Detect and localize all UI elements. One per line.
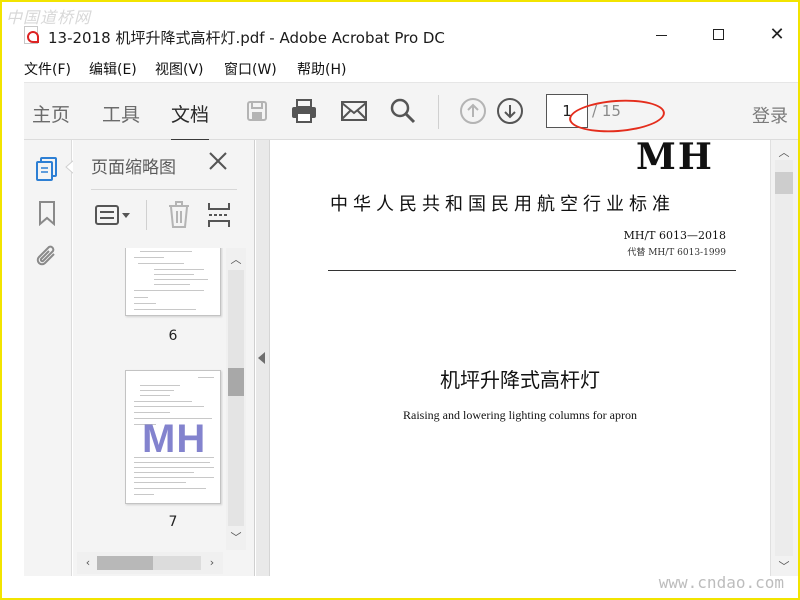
- maximize-button[interactable]: [705, 24, 731, 46]
- close-icon: ✕: [769, 24, 785, 45]
- thumbnail-label: 6: [168, 328, 178, 344]
- thumbnail-page-7[interactable]: MH: [125, 370, 221, 504]
- scroll-thumb[interactable]: [97, 556, 153, 570]
- doc-subtitle: Raising and lowering lighting columns fo…: [403, 408, 637, 422]
- scroll-down-icon[interactable]: ﹀: [777, 558, 791, 573]
- print-icon: [292, 99, 316, 123]
- panel-tool-separator: [146, 200, 147, 230]
- search-button[interactable]: [388, 96, 418, 126]
- watermark-top: 中国道桥网: [6, 8, 92, 27]
- title-bar: 13-2018 机坪升降式高杆灯.pdf - Adobe Acrobat Pro…: [2, 2, 798, 54]
- search-icon: [390, 98, 416, 124]
- delete-pages-button[interactable]: [165, 200, 193, 230]
- save-button[interactable]: [242, 96, 272, 126]
- rotate-pages-icon: [208, 203, 230, 227]
- scroll-down-icon[interactable]: ﹀: [230, 532, 242, 544]
- thumbnail-options-icon: [95, 205, 130, 225]
- thumbnail-label: 7: [168, 514, 178, 530]
- page-thumbnails-icon: [36, 157, 57, 181]
- save-icon: [247, 101, 267, 121]
- thumbnail-horizontal-scrollbar[interactable]: ‹ ›: [77, 552, 223, 574]
- rotate-pages-button[interactable]: [205, 200, 233, 230]
- collapse-arrow-icon[interactable]: [258, 352, 265, 364]
- pdf-file-icon: [24, 26, 39, 44]
- bookmarks-button[interactable]: [32, 198, 62, 228]
- minimize-icon: [655, 35, 667, 36]
- scroll-track[interactable]: [775, 160, 793, 556]
- thumbnail-watermark: MH: [142, 417, 207, 461]
- print-button[interactable]: [289, 96, 319, 126]
- bookmark-icon: [39, 201, 55, 226]
- tab-document[interactable]: 文档: [171, 100, 210, 142]
- scroll-right-icon[interactable]: ›: [205, 556, 219, 570]
- doc-standard-number: MH/T 6013—2018: [623, 229, 726, 242]
- tab-tools[interactable]: 工具: [102, 100, 140, 127]
- thumbnail-list: 6 MH 7: [73, 248, 223, 550]
- thumbnail-options-button[interactable]: [93, 200, 133, 230]
- app-window: 中国道桥网 13-2018 机坪升降式高杆灯.pdf - Adobe Acrob…: [2, 2, 798, 598]
- menu-bar: 文件(F) 编辑(E) 视图(V) 窗口(W) 帮助(H): [2, 54, 798, 82]
- doc-standard-name: 中华人民共和国民用航空行业标准: [330, 194, 675, 215]
- scroll-thumb[interactable]: [775, 172, 793, 194]
- watermark-bottom: www.cndao.com: [658, 573, 784, 592]
- menu-file[interactable]: 文件(F): [24, 59, 71, 79]
- next-page-button[interactable]: [495, 96, 525, 126]
- panel-collapse-strip[interactable]: [256, 140, 270, 576]
- document-vertical-scrollbar[interactable]: ︿ ﹀: [770, 140, 798, 576]
- previous-page-icon: [460, 98, 486, 124]
- scroll-up-icon[interactable]: ︿: [777, 144, 791, 159]
- close-button[interactable]: ✕: [764, 24, 790, 46]
- left-rail: [24, 140, 74, 576]
- minimize-button[interactable]: [648, 24, 674, 46]
- maximize-icon: [712, 29, 724, 40]
- panel-title: 页面缩略图: [91, 158, 176, 178]
- document-page: MH 中华人民共和国民用航空行业标准 MH/T 6013—2018 代替 MH/…: [270, 140, 770, 576]
- window-title: 13-2018 机坪升降式高杆灯.pdf - Adobe Acrobat Pro…: [48, 29, 445, 47]
- doc-header-code: MH: [636, 140, 714, 178]
- next-page-icon: [497, 98, 523, 124]
- login-button[interactable]: 登录: [752, 102, 788, 128]
- menu-window[interactable]: 窗口(W): [224, 59, 277, 79]
- panel-divider: [91, 189, 237, 190]
- doc-title: 机坪升降式高杆灯: [440, 368, 600, 392]
- doc-header-rule: [328, 270, 736, 271]
- thumbnail-page-6[interactable]: [125, 248, 221, 316]
- menu-edit[interactable]: 编辑(E): [89, 59, 137, 79]
- panel-close-button[interactable]: [207, 150, 229, 172]
- close-icon: [209, 152, 227, 170]
- toolbar: 主页 工具 文档 1 / 15 登录: [24, 82, 798, 142]
- scroll-track[interactable]: [228, 270, 244, 526]
- page-thumbnails-button[interactable]: [32, 154, 62, 184]
- menu-help[interactable]: 帮助(H): [297, 59, 346, 79]
- doc-replaces: 代替 MH/T 6013-1999: [627, 248, 726, 258]
- previous-page-button[interactable]: [458, 96, 488, 126]
- email-button[interactable]: [339, 96, 369, 126]
- scroll-thumb[interactable]: [228, 368, 244, 396]
- attachments-button[interactable]: [32, 242, 62, 272]
- scroll-left-icon[interactable]: ‹: [81, 556, 95, 570]
- email-icon: [341, 101, 367, 121]
- delete-icon: [169, 201, 189, 228]
- menu-view[interactable]: 视图(V): [155, 59, 204, 79]
- thumbnails-panel: 页面缩略图 6 MH 7 ︿ ﹀ ‹ ›: [73, 140, 255, 576]
- thumbnail-vertical-scrollbar[interactable]: ︿ ﹀: [226, 248, 246, 550]
- attachment-icon: [36, 245, 55, 266]
- tab-home[interactable]: 主页: [32, 100, 70, 127]
- scroll-up-icon[interactable]: ︿: [230, 254, 242, 266]
- toolbar-separator: [438, 95, 439, 129]
